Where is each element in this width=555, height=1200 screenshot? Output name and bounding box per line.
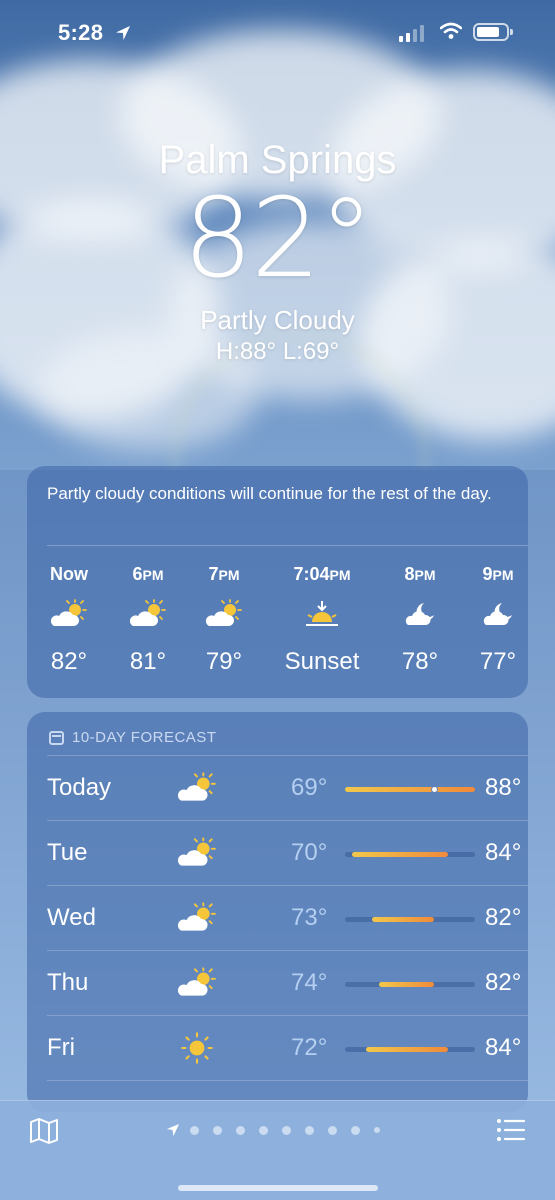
status-bar: 5:28	[0, 0, 555, 66]
forecast-row[interactable]: Fri 72° 84°	[47, 1015, 528, 1080]
page-dot	[213, 1125, 222, 1135]
partly-sunny-icon	[29, 594, 109, 634]
home-indicator	[178, 1185, 378, 1191]
current-temperature: 82°	[183, 174, 374, 302]
hourly-item: 9PM 77°	[458, 564, 538, 676]
temp-range-bar	[345, 786, 475, 793]
high-temp: 82°	[485, 904, 522, 931]
current-condition: Partly Cloudy	[200, 305, 355, 335]
low-temp: 70°	[291, 839, 328, 866]
ten-day-forecast-card[interactable]: 10-DAY FORECAST Today 69° 88° Tue 70° 84…	[27, 712, 528, 1112]
location-arrow-icon	[167, 1124, 179, 1136]
hourly-summary: Partly cloudy conditions will continue f…	[47, 484, 492, 503]
partly-sunny-icon	[177, 967, 216, 996]
forecast-row[interactable]: Tue 70° 84°	[47, 820, 528, 885]
cellular-signal-icon	[399, 25, 424, 42]
hourly-item: 7:04PM Sunset	[277, 564, 367, 676]
day-label: Wed	[47, 904, 96, 931]
partly-sunny-icon	[184, 594, 264, 634]
day-label: Thu	[47, 969, 89, 996]
low-temp: 73°	[291, 904, 328, 931]
page-dot	[351, 1125, 360, 1135]
hourly-forecast-card[interactable]: Partly cloudy conditions will continue f…	[27, 466, 528, 698]
temp-range-bar	[345, 982, 475, 987]
temp-range-bar	[345, 917, 475, 922]
location-arrow-icon	[116, 26, 130, 40]
day-label: Today	[47, 774, 112, 801]
page-dot	[259, 1125, 268, 1135]
day-label: Tue	[47, 839, 88, 866]
partly-cloudy-night-icon	[380, 594, 460, 634]
sun-icon	[181, 1032, 213, 1064]
low-temp: 72°	[291, 1034, 328, 1061]
temp-range-bar	[345, 1047, 475, 1052]
forecast-row[interactable]: Today 69° 88°	[47, 755, 528, 820]
ten-day-heading: 10-DAY FORECAST	[49, 729, 216, 746]
hourly-item: 8PM 78°	[380, 564, 460, 676]
partly-sunny-icon	[177, 837, 216, 866]
page-dot	[236, 1125, 245, 1135]
high-low: H:88° L:69°	[215, 338, 340, 365]
battery-icon	[473, 23, 513, 41]
page-dot	[328, 1125, 337, 1135]
sunset-icon	[277, 594, 367, 634]
current-weather: Palm Springs 82° Partly Cloudy H:88° L:6…	[0, 138, 555, 366]
hourly-item: 7PM 79°	[184, 564, 264, 676]
status-time: 5:28	[58, 20, 104, 45]
day-label: Fri	[47, 1034, 75, 1061]
map-icon[interactable]	[29, 1117, 59, 1145]
page-indicator[interactable]	[166, 1123, 384, 1137]
partly-sunny-icon	[108, 594, 188, 634]
high-temp: 88°	[485, 774, 522, 801]
wifi-icon	[440, 22, 462, 39]
page-dot	[282, 1125, 291, 1135]
hourly-item: 6PM 81°	[108, 564, 188, 676]
low-temp: 69°	[291, 774, 328, 801]
forecast-row[interactable]: Wed 73° 82°	[47, 885, 528, 950]
bottom-toolbar	[0, 1100, 555, 1200]
forecast-row[interactable]: Thu 74° 82°	[47, 950, 528, 1015]
current-temp-dot	[430, 786, 438, 793]
divider	[47, 545, 528, 546]
partly-cloudy-night-icon	[458, 594, 538, 634]
page-dot	[374, 1127, 380, 1133]
partly-sunny-icon	[177, 772, 216, 801]
temp-range-bar	[345, 852, 475, 857]
list-icon[interactable]	[496, 1118, 526, 1142]
calendar-icon	[49, 730, 64, 745]
high-temp: 82°	[485, 969, 522, 996]
page-dot	[305, 1125, 314, 1135]
high-temp: 84°	[485, 839, 522, 866]
hourly-item: Now 82°	[29, 564, 109, 676]
low-temp: 74°	[291, 969, 328, 996]
high-temp: 84°	[485, 1034, 522, 1061]
page-dot	[190, 1125, 199, 1135]
partly-sunny-icon	[177, 902, 216, 931]
